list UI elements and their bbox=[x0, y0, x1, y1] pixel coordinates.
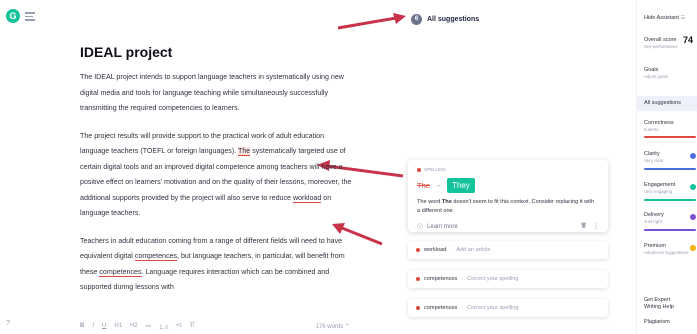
grammarly-logo[interactable]: G bbox=[6, 9, 20, 23]
hide-assistant-icon: ☰ bbox=[680, 15, 686, 21]
original-word: The bbox=[417, 181, 430, 190]
suggestions-title: All suggestions bbox=[427, 16, 480, 23]
engagement-check-icon bbox=[690, 184, 696, 190]
suggestion-card-active[interactable]: SPELLING The → They The word The doesn't… bbox=[408, 160, 608, 232]
correctness-bar bbox=[644, 136, 696, 138]
suggestions-count-badge: 6 bbox=[411, 14, 422, 25]
engagement-bar bbox=[644, 199, 696, 201]
menu-icon[interactable] bbox=[25, 10, 39, 22]
unordered-list-icon[interactable]: •≡ bbox=[176, 323, 182, 329]
document-editor[interactable]: IDEAL project The IDEAL project intends … bbox=[80, 44, 355, 308]
underline-button[interactable]: U bbox=[102, 323, 106, 329]
sidebar-item-correctness[interactable]: Correctness 6 alerts bbox=[644, 120, 674, 132]
sidebar-item-clarity[interactable]: Clarity Very clear bbox=[644, 151, 664, 163]
suggestion-explanation: The word The doesn't seem to fit this co… bbox=[417, 199, 595, 214]
more-options-icon[interactable]: ⋮ bbox=[593, 223, 599, 230]
suggestion-card-collapsed[interactable]: workload · Add an article bbox=[408, 241, 608, 259]
category-dot-icon bbox=[416, 277, 420, 281]
category-dot-icon bbox=[416, 248, 420, 252]
clarity-check-icon bbox=[690, 153, 696, 159]
word-count[interactable]: 176 words ⌃ bbox=[316, 323, 350, 330]
format-toolbar: B I U H1 H2 ⚯ ⒈≡ •≡ T̸ 176 words ⌃ bbox=[80, 320, 350, 332]
link-icon[interactable]: ⚯ bbox=[146, 323, 151, 330]
plagiarism-button[interactable]: Plagiarism bbox=[644, 319, 670, 325]
error-competences-2[interactable]: competences bbox=[99, 267, 142, 277]
sidebar-item-premium[interactable]: Premium Advanced suggestions bbox=[644, 243, 688, 255]
delivery-check-icon bbox=[690, 214, 696, 220]
bold-button[interactable]: B bbox=[80, 323, 84, 329]
sidebar-item-delivery[interactable]: Delivery Just right bbox=[644, 212, 664, 224]
dismiss-trash-icon[interactable]: 🗑 bbox=[581, 223, 587, 230]
premium-icon bbox=[690, 245, 696, 251]
sidebar-item-all-suggestions[interactable]: All suggestions bbox=[644, 100, 681, 106]
goals-section[interactable]: Goals Adjust goals bbox=[644, 67, 668, 79]
error-competences-1[interactable]: competences bbox=[134, 252, 178, 261]
italic-button[interactable]: I bbox=[92, 323, 94, 329]
error-workload[interactable]: workload bbox=[292, 193, 322, 203]
accept-suggestion-button[interactable]: They bbox=[446, 178, 475, 193]
assistant-sidebar: Hide Assistant ☰ Overall score See perfo… bbox=[636, 0, 697, 334]
suggestion-card-collapsed[interactable]: competences · Correct your spelling bbox=[408, 270, 608, 288]
error-the[interactable]: The bbox=[238, 147, 251, 156]
clarity-bar bbox=[644, 168, 696, 170]
clear-format-icon[interactable]: T̸ bbox=[190, 323, 194, 329]
h2-button[interactable]: H2 bbox=[130, 323, 138, 329]
learn-more-icon: ⓘ bbox=[417, 225, 424, 231]
delivery-bar bbox=[644, 229, 696, 231]
paragraph-2: The project results will provide support… bbox=[80, 131, 352, 218]
document-title: IDEAL project bbox=[80, 44, 173, 60]
suggestion-card-collapsed[interactable]: competences · Correct your spelling bbox=[408, 299, 608, 317]
suggestions-header: 6 All suggestions bbox=[411, 14, 479, 25]
category-dot-icon bbox=[416, 306, 420, 310]
arrow-right-icon: → bbox=[434, 182, 442, 189]
get-expert-help-button[interactable]: Get Expert Writing Help bbox=[644, 297, 674, 311]
help-icon[interactable]: ? bbox=[6, 320, 10, 327]
ordered-list-icon[interactable]: ⒈≡ bbox=[159, 322, 169, 331]
overall-score-value: 74 bbox=[683, 35, 694, 45]
paragraph-1: The IDEAL project intends to support lan… bbox=[80, 73, 344, 112]
sidebar-item-engagement[interactable]: Engagement Very engaging bbox=[644, 182, 675, 194]
annotation-arrow-header bbox=[337, 13, 406, 30]
card-footer: ⓘ Learn more 🗑 ⋮ bbox=[417, 222, 599, 231]
replacement-row: The → They bbox=[417, 178, 599, 193]
suggestion-category: SPELLING bbox=[417, 167, 599, 172]
learn-more-link[interactable]: Learn more bbox=[427, 224, 458, 230]
paragraph-3: Teachers in adult education coming from … bbox=[80, 236, 345, 292]
hide-assistant-button[interactable]: Hide Assistant ☰ bbox=[644, 15, 685, 21]
category-dot-icon bbox=[417, 167, 421, 172]
h1-button[interactable]: H1 bbox=[114, 323, 122, 329]
overall-score-section[interactable]: Overall score See performance bbox=[644, 37, 678, 49]
